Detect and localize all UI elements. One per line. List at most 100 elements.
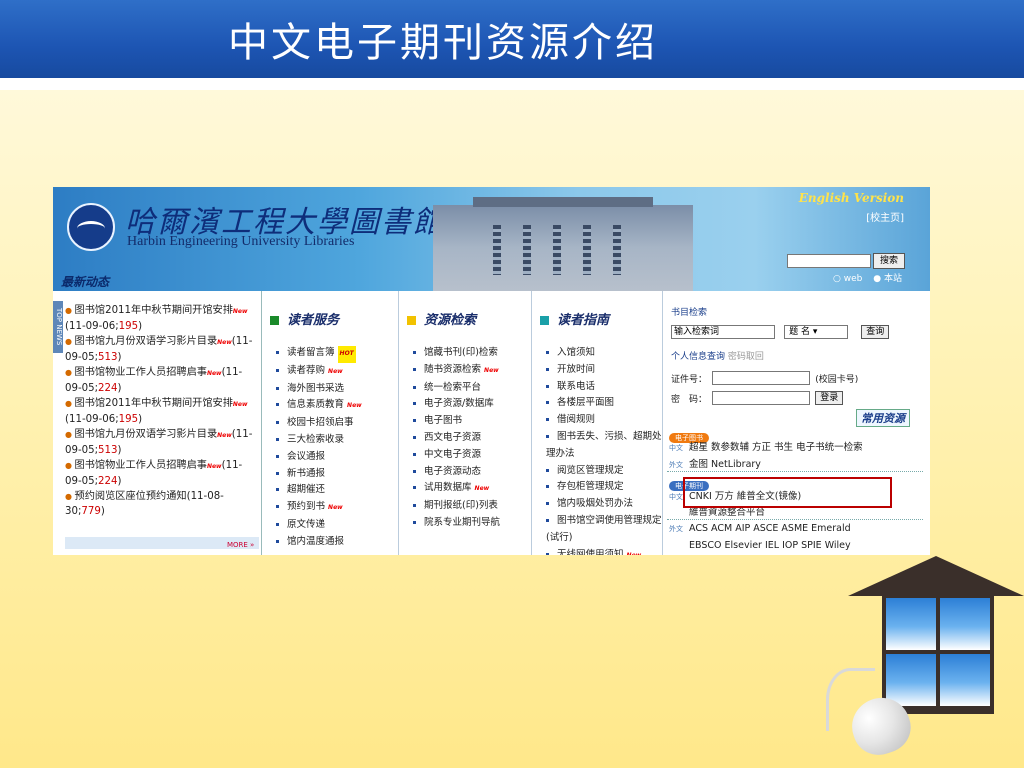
news-text[interactable]: 图书馆物业工作人员招聘启事 <box>75 367 207 378</box>
radio-web[interactable]: ○ web <box>833 274 866 284</box>
news-item[interactable]: ● 图书馆物业工作人员招聘启事New(11-09-05;224) <box>65 458 257 489</box>
column-link[interactable]: 期刊报纸(印)列表 <box>413 498 500 515</box>
login-button[interactable]: 登录 <box>815 390 844 405</box>
column-link-text[interactable]: 开放时间 <box>557 364 595 375</box>
ebook-en-links[interactable]: 金图 NetLibrary <box>689 459 761 470</box>
english-version-link[interactable]: English Version <box>799 191 904 205</box>
column-link-text[interactable]: 电子资源/数据库 <box>424 398 494 409</box>
column-link-text[interactable]: 联系电话 <box>557 381 595 392</box>
column-link-text[interactable]: 馆内吸烟处罚办法 <box>557 498 633 509</box>
news-item[interactable]: ● 图书馆九月份双语学习影片目录New(11-09-05;513) <box>65 427 257 458</box>
column-link-text[interactable]: 海外图书采选 <box>287 383 344 394</box>
news-text[interactable]: 图书馆物业工作人员招聘启事 <box>75 460 207 471</box>
column-link[interactable]: 电子资源/数据库 <box>413 396 500 413</box>
column-link-text[interactable]: 预约到书 <box>287 501 325 512</box>
catalog-field-select[interactable]: 题 名 ▾ <box>784 324 849 339</box>
news-text[interactable]: 图书馆九月份双语学习影片目录 <box>75 336 218 347</box>
news-item[interactable]: ● 图书馆物业工作人员招聘启事New(11-09-05;224) <box>65 365 257 396</box>
column-link-text[interactable]: 三大检索收录 <box>287 434 344 445</box>
column-link-text[interactable]: 馆藏书刊(印)检索 <box>424 347 498 358</box>
journal-en-row-2[interactable]: EBSCO Elsevier IEL IOP SPIE Wiley <box>689 540 851 551</box>
news-item[interactable]: ● 图书馆九月份双语学习影片目录New(11-09-05;513) <box>65 334 257 365</box>
column-link[interactable]: 随书资源检索 New <box>413 362 500 380</box>
column-link[interactable]: 各楼层平面图 <box>546 395 662 412</box>
column-link[interactable]: 无线网使用须知 New <box>546 547 662 555</box>
column-link-text[interactable]: 院系专业期刊导航 <box>424 517 500 528</box>
site-search-button[interactable]: 搜索 <box>873 253 905 269</box>
column-link-text[interactable]: 存包柜管理规定 <box>557 481 624 492</box>
top-news-tab[interactable]: TOP NEWS <box>53 301 63 353</box>
column-link[interactable]: 超期催还 <box>276 482 362 499</box>
column-link-text[interactable]: 入馆须知 <box>557 347 595 358</box>
news-text[interactable]: 图书馆九月份双语学习影片目录 <box>75 429 218 440</box>
column-link-text[interactable]: 信息素质教育 <box>287 399 344 410</box>
column-link[interactable]: 开放时间 <box>546 362 662 379</box>
column-link[interactable]: 联系电话 <box>546 379 662 396</box>
column-link[interactable]: 借阅规则 <box>546 412 662 429</box>
radio-site[interactable]: ● 本站 <box>873 271 906 284</box>
column-link-text[interactable]: 电子资源动态 <box>424 466 481 477</box>
column-link[interactable]: 电子资源动态 <box>413 464 500 481</box>
more-news-link[interactable]: MORE » <box>227 541 254 549</box>
column-link[interactable]: 海外图书采选 <box>276 381 362 398</box>
column-link[interactable]: 三大检索收录 <box>276 432 362 449</box>
ebook-cn-links[interactable]: 超星 数参数辅 方正 书生 电子书统一检索 <box>689 442 863 453</box>
personal-info-title[interactable]: 个人信息查询 <box>671 352 725 362</box>
column-link-text[interactable]: 各楼层平面图 <box>557 397 614 408</box>
column-link-text[interactable]: 图书馆空调使用管理规定(试行) <box>546 515 662 543</box>
column-link[interactable]: 试用数据库 New <box>413 480 500 498</box>
column-link-text[interactable]: 电子图书 <box>424 415 462 426</box>
column-link-text[interactable]: 借阅规则 <box>557 414 595 425</box>
column-link[interactable]: 存包柜管理规定 <box>546 479 662 496</box>
column-link[interactable]: 统一检索平台 <box>413 380 500 397</box>
column-link[interactable]: 新书通报 <box>276 466 362 483</box>
site-search-input[interactable] <box>787 254 871 268</box>
column-link[interactable]: 馆内吸烟处罚办法 <box>546 496 662 513</box>
column-link-text[interactable]: 随书资源检索 <box>424 364 481 375</box>
column-link-text[interactable]: 图书丢失、污损、超期处理办法 <box>546 431 662 459</box>
column-link-text[interactable]: 试用数据库 <box>424 482 472 493</box>
column-link[interactable]: 院系专业期刊导航 <box>413 515 500 532</box>
catalog-search-input[interactable]: 输入检索词 <box>671 324 775 339</box>
column-link[interactable]: 馆藏书刊(印)检索 <box>413 345 500 362</box>
news-text[interactable]: 图书馆2011年中秋节期间开馆安排 <box>75 305 233 316</box>
column-link[interactable]: 预约到书 New <box>276 499 362 517</box>
catalog-query-button[interactable]: 查询 <box>861 324 890 339</box>
column-link-text[interactable]: 期刊报纸(印)列表 <box>424 500 498 511</box>
column-link[interactable]: 阅览区管理规定 <box>546 463 662 480</box>
journal-en-links[interactable]: ACS ACM AIP ASCE ASME Emerald <box>689 523 851 534</box>
card-number-input[interactable] <box>712 370 811 385</box>
column-link-text[interactable]: 阅览区管理规定 <box>557 465 624 476</box>
column-link[interactable]: 入馆须知 <box>546 345 662 362</box>
column-link[interactable]: 图书馆空调使用管理规定(试行) <box>546 513 662 547</box>
column-link-text[interactable]: 读者荐购 <box>287 365 325 376</box>
column-link-text[interactable]: 无线网使用须知 <box>557 549 624 555</box>
column-link-text[interactable]: 西文电子资源 <box>424 432 481 443</box>
column-link[interactable]: 校园卡招领启事 <box>276 415 362 432</box>
news-item[interactable]: ● 图书馆2011年中秋节期间开馆安排New (11-09-06;195) <box>65 303 257 334</box>
column-link-text[interactable]: 统一检索平台 <box>424 382 481 393</box>
column-link-text[interactable]: 中文电子资源 <box>424 449 481 460</box>
column-link-text[interactable]: 馆内温度通报 <box>287 536 344 547</box>
school-home-link[interactable]: [校主页] <box>866 209 904 224</box>
news-text[interactable]: 预约阅览区座位预约通知 <box>75 491 187 502</box>
news-text[interactable]: 图书馆2011年中秋节期间开馆安排 <box>75 398 233 409</box>
column-link[interactable]: 读者荐购 New <box>276 363 362 381</box>
column-link[interactable]: 会议通报 <box>276 449 362 466</box>
column-link-text[interactable]: 校园卡招领启事 <box>287 417 354 428</box>
password-input[interactable] <box>712 390 811 405</box>
news-item[interactable]: ● 预约阅览区座位预约通知(11-08-30;779) <box>65 489 257 519</box>
column-link-text[interactable]: 超期催还 <box>287 484 325 495</box>
column-link[interactable]: 馆内温度通报 <box>276 534 362 551</box>
column-link-text[interactable]: 会议通报 <box>287 451 325 462</box>
column-link[interactable]: 西文电子资源 <box>413 430 500 447</box>
column-link-text[interactable]: 原文传递 <box>287 519 325 530</box>
password-retrieve-link[interactable]: 密码取回 <box>728 352 764 362</box>
column-link-text[interactable]: 新书通报 <box>287 468 325 479</box>
column-link[interactable]: 中文电子资源 <box>413 447 500 464</box>
column-link[interactable]: 电子图书 <box>413 413 500 430</box>
column-link-text[interactable]: 读者留言簿 <box>287 347 335 358</box>
column-link[interactable]: 图书丢失、污损、超期处理办法 <box>546 429 662 463</box>
column-link[interactable]: 读者留言簿 HOT <box>276 345 362 363</box>
column-link[interactable]: 信息素质教育 New <box>276 397 362 415</box>
